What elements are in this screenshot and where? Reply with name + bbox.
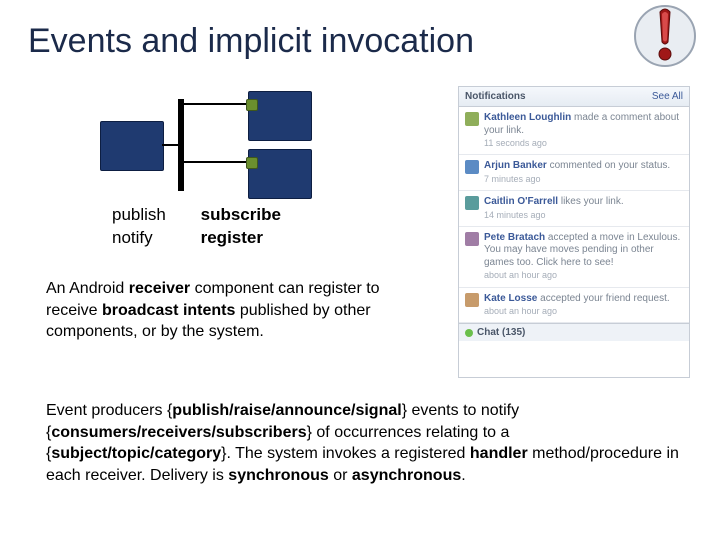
label-register: register [201, 228, 263, 247]
event-bus-bar [178, 99, 184, 191]
notif-time: about an hour ago [484, 270, 683, 281]
notif-text: commented on your status. [547, 160, 670, 171]
port-dot [246, 99, 258, 111]
notifications-panel: Notifications See All Kathleen Loughlin … [458, 86, 690, 378]
text-bold: subject/topic/category [51, 445, 221, 462]
notif-name: Caitlin O'Farrell [484, 196, 558, 207]
notif-time: 7 minutes ago [484, 174, 683, 185]
label-notify: notify [112, 228, 153, 247]
text-bold: handler [470, 445, 528, 462]
text: }. The system invokes a registered [221, 445, 470, 462]
notification-item[interactable]: Kate Losse accepted your friend request.… [459, 288, 689, 324]
notif-text: accepted your friend request. [537, 293, 669, 304]
label-publish: publish [112, 205, 166, 224]
notif-time: about an hour ago [484, 306, 683, 317]
label-subscribe: subscribe [201, 205, 281, 224]
subscriber-box-1 [248, 91, 312, 141]
publisher-box [100, 121, 164, 171]
notif-time: 14 minutes ago [484, 210, 683, 221]
notification-item[interactable]: Arjun Banker commented on your status. 7 … [459, 155, 689, 191]
slide-title: Events and implicit invocation [28, 22, 474, 61]
text-bold: consumers/receivers/subscribers [51, 424, 306, 441]
notification-item[interactable]: Pete Bratach accepted a move in Lexulous… [459, 227, 689, 288]
notif-time: 11 seconds ago [484, 138, 683, 149]
chat-label: Chat (135) [477, 327, 525, 338]
connector-line [162, 144, 178, 146]
notif-text: likes your link. [558, 196, 624, 207]
notif-name: Kathleen Loughlin [484, 112, 571, 123]
avatar [465, 293, 479, 307]
avatar [465, 160, 479, 174]
diagram-labels: publish notify subscribe register [112, 204, 281, 250]
connector-line [184, 103, 246, 105]
text-bold: receiver [129, 280, 190, 297]
avatar [465, 232, 479, 246]
chat-bar[interactable]: Chat (135) [459, 323, 689, 341]
text: An Android [46, 280, 129, 297]
notif-name: Arjun Banker [484, 160, 547, 171]
notification-item[interactable]: Caitlin O'Farrell likes your link. 14 min… [459, 191, 689, 227]
online-dot-icon [465, 329, 473, 337]
pubsub-diagram [100, 85, 330, 205]
port-dot [246, 157, 258, 169]
panel-header: Notifications See All [459, 87, 689, 107]
android-paragraph: An Android receiver component can regist… [46, 278, 422, 343]
notification-item[interactable]: Kathleen Loughlin made a comment about y… [459, 107, 689, 155]
attention-icon [626, 0, 704, 79]
see-all-link[interactable]: See All [652, 91, 683, 102]
text: or [329, 467, 352, 484]
text-bold: asynchronous [352, 467, 461, 484]
avatar [465, 112, 479, 126]
notif-name: Pete Bratach [484, 232, 545, 243]
text: Event producers { [46, 402, 172, 419]
notif-name: Kate Losse [484, 293, 537, 304]
text-bold: synchronous [228, 467, 328, 484]
subscriber-box-2 [248, 149, 312, 199]
panel-title: Notifications [465, 91, 526, 102]
connector-line [184, 161, 246, 163]
main-paragraph: Event producers {publish/raise/announce/… [46, 400, 680, 486]
text: . [461, 467, 465, 484]
text-bold: publish/raise/announce/signal [172, 402, 401, 419]
text-bold: broadcast intents [102, 302, 235, 319]
avatar [465, 196, 479, 210]
